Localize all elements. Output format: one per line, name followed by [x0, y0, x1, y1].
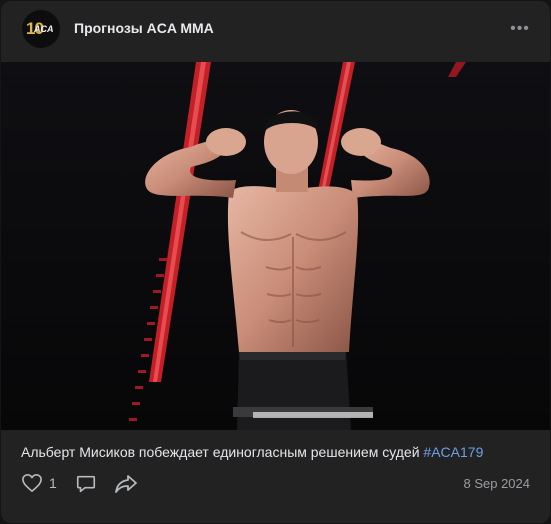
- post-date: 8 Sep 2024: [463, 476, 530, 491]
- post-actions: 1 8 Sep 2024: [1, 469, 550, 499]
- share-icon: [115, 475, 137, 493]
- more-dots-icon[interactable]: •••: [510, 19, 530, 39]
- like-count: 1: [49, 475, 57, 491]
- comment-icon: [76, 475, 96, 493]
- heart-icon: [22, 474, 42, 492]
- hashtag-link[interactable]: #ACA179: [423, 444, 483, 460]
- post-text-body: Альберт Мисиков побеждает единогласным р…: [21, 444, 420, 460]
- like-button[interactable]: 1: [21, 473, 57, 493]
- post-text: Альберт Мисиков побеждает единогласным р…: [21, 444, 483, 460]
- fighter-photo: [1, 62, 550, 430]
- post-card: 10 ACA Прогнозы ACA MMA ••• Альберт Миси…: [1, 1, 550, 523]
- post-header: 10 ACA Прогнозы ACA MMA •••: [1, 1, 550, 62]
- avatar-brand: ACA: [34, 24, 54, 34]
- avatar[interactable]: 10 ACA: [22, 10, 60, 48]
- share-button[interactable]: [114, 473, 138, 495]
- channel-title[interactable]: Прогнозы ACA MMA: [74, 20, 214, 36]
- post-photo[interactable]: [1, 62, 550, 430]
- comment-button[interactable]: [75, 473, 97, 495]
